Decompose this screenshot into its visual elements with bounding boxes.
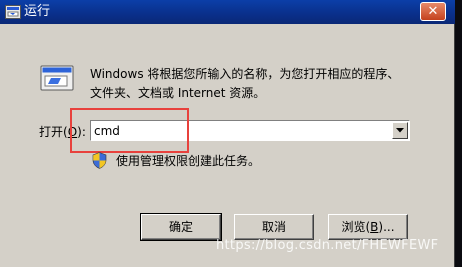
ok-button[interactable]: 确定 bbox=[140, 213, 222, 241]
close-icon: ✕ bbox=[427, 4, 439, 19]
watermark: https://blog.csdn.net/FHEWFEWF bbox=[216, 238, 439, 253]
uac-shield-icon bbox=[92, 152, 107, 169]
description-line-2: 文件夹、文档或 Internet 资源。 bbox=[90, 86, 266, 100]
description: Windows 将根据您所输入的名称，为您打开相应的程序、 文件夹、文档或 In… bbox=[90, 65, 399, 103]
annotation-highlight-box bbox=[70, 108, 189, 153]
run-icon bbox=[5, 5, 21, 19]
dropdown-button[interactable] bbox=[392, 122, 408, 139]
admin-privileges-note: 使用管理权限创建此任务。 bbox=[116, 154, 261, 168]
window-title: 运行 bbox=[24, 4, 51, 19]
run-dialog: 运行 ✕ Windows 将根据您所输入的名称，为您打开相应的程序、 文件夹、文… bbox=[0, 0, 455, 267]
chevron-down-icon bbox=[396, 128, 404, 133]
run-icon bbox=[40, 65, 74, 91]
description-line-1: Windows 将根据您所输入的名称，为您打开相应的程序、 bbox=[90, 67, 400, 81]
browse-button[interactable]: 浏览(B)... bbox=[328, 214, 408, 240]
cancel-button[interactable]: 取消 bbox=[234, 214, 314, 240]
close-button[interactable]: ✕ bbox=[420, 2, 446, 21]
title-bar[interactable]: 运行 ✕ bbox=[0, 0, 455, 24]
